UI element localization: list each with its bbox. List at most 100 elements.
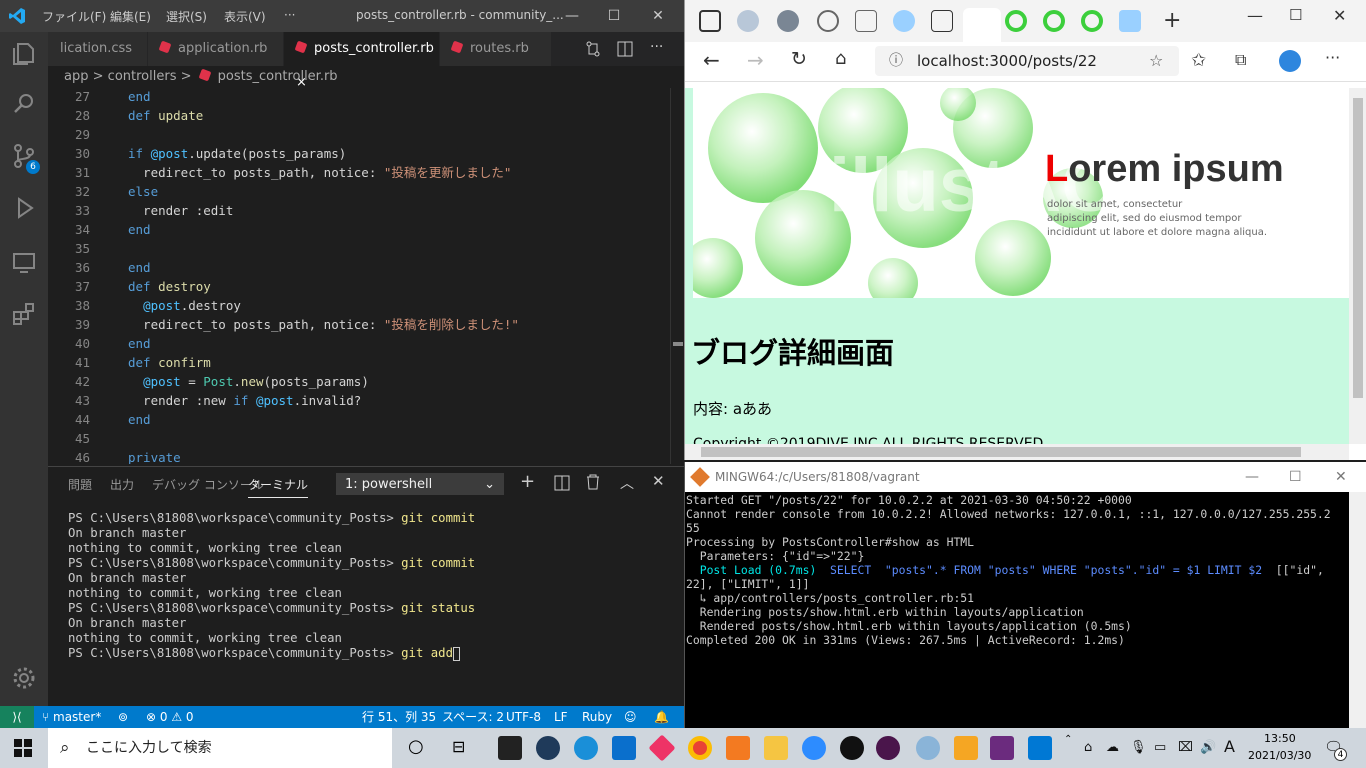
git-gui-icon[interactable] [648,734,676,762]
browser-tab-4[interactable] [855,10,877,32]
tab-application-rb[interactable]: application.rb [148,32,284,66]
scrollbar-thumb[interactable] [701,447,1301,457]
browser-tab-1[interactable] [737,10,759,32]
collections-icon[interactable]: ⧉ [1235,50,1246,70]
profile-avatar[interactable] [1279,50,1301,72]
browser-tab-7[interactable] [1005,10,1027,32]
menu-selection[interactable]: 選択(S) [166,8,207,25]
scrollbar-thumb[interactable] [1353,98,1363,398]
branch-status[interactable]: ⑂ master* [42,706,101,728]
run-debug-icon[interactable] [10,194,38,222]
search-icon[interactable] [10,90,38,118]
mingw-scrollbar[interactable] [1349,492,1366,728]
code-line[interactable]: 35 [48,239,670,258]
menu-view[interactable]: 表示(V) [224,8,266,25]
mail-icon[interactable] [1028,736,1052,760]
code-line[interactable]: 43 render :new if @post.invalid? [48,391,670,410]
code-line[interactable]: 27 end [48,88,670,106]
ime-indicator[interactable]: A [1224,737,1235,756]
menu-more[interactable]: ··· [284,8,295,22]
more-actions-icon[interactable]: ··· [650,39,663,55]
code-line[interactable]: 28 def update [48,106,670,125]
phpstorm-icon[interactable] [990,736,1014,760]
telegram-icon[interactable] [536,736,560,760]
settings-more-icon[interactable]: ··· [1325,48,1340,67]
vscode-taskbar-icon[interactable] [612,736,636,760]
browser-tab-active[interactable] [963,8,1001,42]
problems-status[interactable]: ⊗ 0 ⚠ 0 [146,706,194,728]
menu-file[interactable]: ファイル(F) [42,8,106,25]
code-line[interactable]: 42 @post = Post.new(posts_params) [48,372,670,391]
menu-edit[interactable]: 編集(E) [110,8,151,25]
microphone-icon[interactable]: 🎙 [1130,740,1147,755]
new-terminal-icon[interactable]: + [520,471,535,492]
notifications-icon[interactable]: 🔔 [654,706,669,728]
remote-indicator-icon[interactable]: ⟩⟨ [0,706,34,728]
taskbar-search[interactable]: ⌕ ここに入力して検索 [48,728,392,768]
code-line[interactable]: 31 redirect_to posts_path, notice: "投稿を更… [48,163,670,182]
home-icon[interactable]: ⌂ [835,48,846,69]
windows-start-icon[interactable] [14,739,32,757]
clock-time[interactable]: 13:50 [1264,732,1296,745]
slack-icon[interactable] [876,736,900,760]
terminal-select[interactable]: 1: powershell ⌄ [336,473,504,495]
refresh-icon[interactable]: ↻ [791,48,807,70]
maximize-icon[interactable]: ☐ [594,4,634,28]
volume-icon[interactable]: 🔊 [1200,740,1216,755]
favorites-icon[interactable]: ✩ [1191,50,1206,71]
edge-icon[interactable] [574,736,598,760]
browser-tab-8[interactable] [1043,10,1065,32]
code-line[interactable]: 41 def confirm [48,353,670,372]
code-line[interactable]: 38 @post.destroy [48,296,670,315]
close-icon[interactable]: ✕ [638,4,678,28]
minimize-icon[interactable]: — [552,4,592,28]
sticky-notes-icon[interactable] [498,736,522,760]
breadcrumb-app[interactable]: app [64,69,88,84]
battery-icon[interactable]: ▭ [1154,740,1166,755]
code-line[interactable]: 40 end [48,334,670,353]
indentation-status[interactable]: スペース: 2 [442,706,504,728]
onedrive-icon[interactable]: ☁ [1106,740,1119,755]
app-icon-orange[interactable] [726,736,750,760]
browser-tab-6[interactable] [931,10,953,32]
cortana-icon[interactable]: ○ [408,736,424,757]
back-arrow-icon[interactable]: ← [703,48,720,72]
page-horizontal-scrollbar[interactable] [685,444,1349,460]
tray-expand-icon[interactable]: ⌃ [1064,734,1072,745]
code-line[interactable]: 36 end [48,258,670,277]
cursor-position[interactable]: 行 51、列 35 [362,706,436,728]
explorer-icon[interactable] [10,40,38,68]
maximize-panel-icon[interactable]: ︿ [620,473,634,493]
maximize-icon[interactable]: ☐ [1289,462,1302,492]
tab-terminal[interactable]: ターミナル [248,476,309,498]
chrome-icon[interactable] [688,736,712,760]
language-status[interactable]: Ruby [582,706,612,728]
settings-gear-icon[interactable] [10,664,38,692]
virtualbox-icon[interactable] [954,736,978,760]
eol-status[interactable]: LF [554,706,568,728]
code-line[interactable]: 34 end [48,220,670,239]
close-panel-icon[interactable]: ✕ [652,472,665,490]
open-changes-icon[interactable] [584,40,602,58]
minimize-icon[interactable]: — [1245,462,1259,492]
tab-application-css[interactable]: lication.css [48,32,148,66]
code-line[interactable]: 46 private [48,448,670,464]
browser-tab-3[interactable] [817,10,839,32]
globe-icon[interactable] [916,736,940,760]
code-line[interactable]: 37 def destroy [48,277,670,296]
editor-scrollbar[interactable] [670,88,684,464]
split-terminal-icon[interactable] [554,475,570,491]
page-vertical-scrollbar[interactable] [1349,88,1366,444]
forward-arrow-icon[interactable]: → [747,48,764,72]
network-icon[interactable]: ⌧ [1178,740,1193,755]
close-icon[interactable]: ✕ [1333,6,1346,25]
browser-tab-9[interactable] [1081,10,1103,32]
split-editor-icon[interactable] [616,40,634,58]
breadcrumb-file[interactable]: posts_controller.rb [218,69,338,84]
minimize-icon[interactable]: — [1247,6,1263,25]
tab-actions-icon[interactable] [699,10,721,32]
task-view-icon[interactable]: ⊟ [452,737,465,756]
sync-icon[interactable]: ⊚ [118,706,128,728]
github-icon[interactable] [840,736,864,760]
tab-output[interactable]: 出力 [110,476,134,493]
